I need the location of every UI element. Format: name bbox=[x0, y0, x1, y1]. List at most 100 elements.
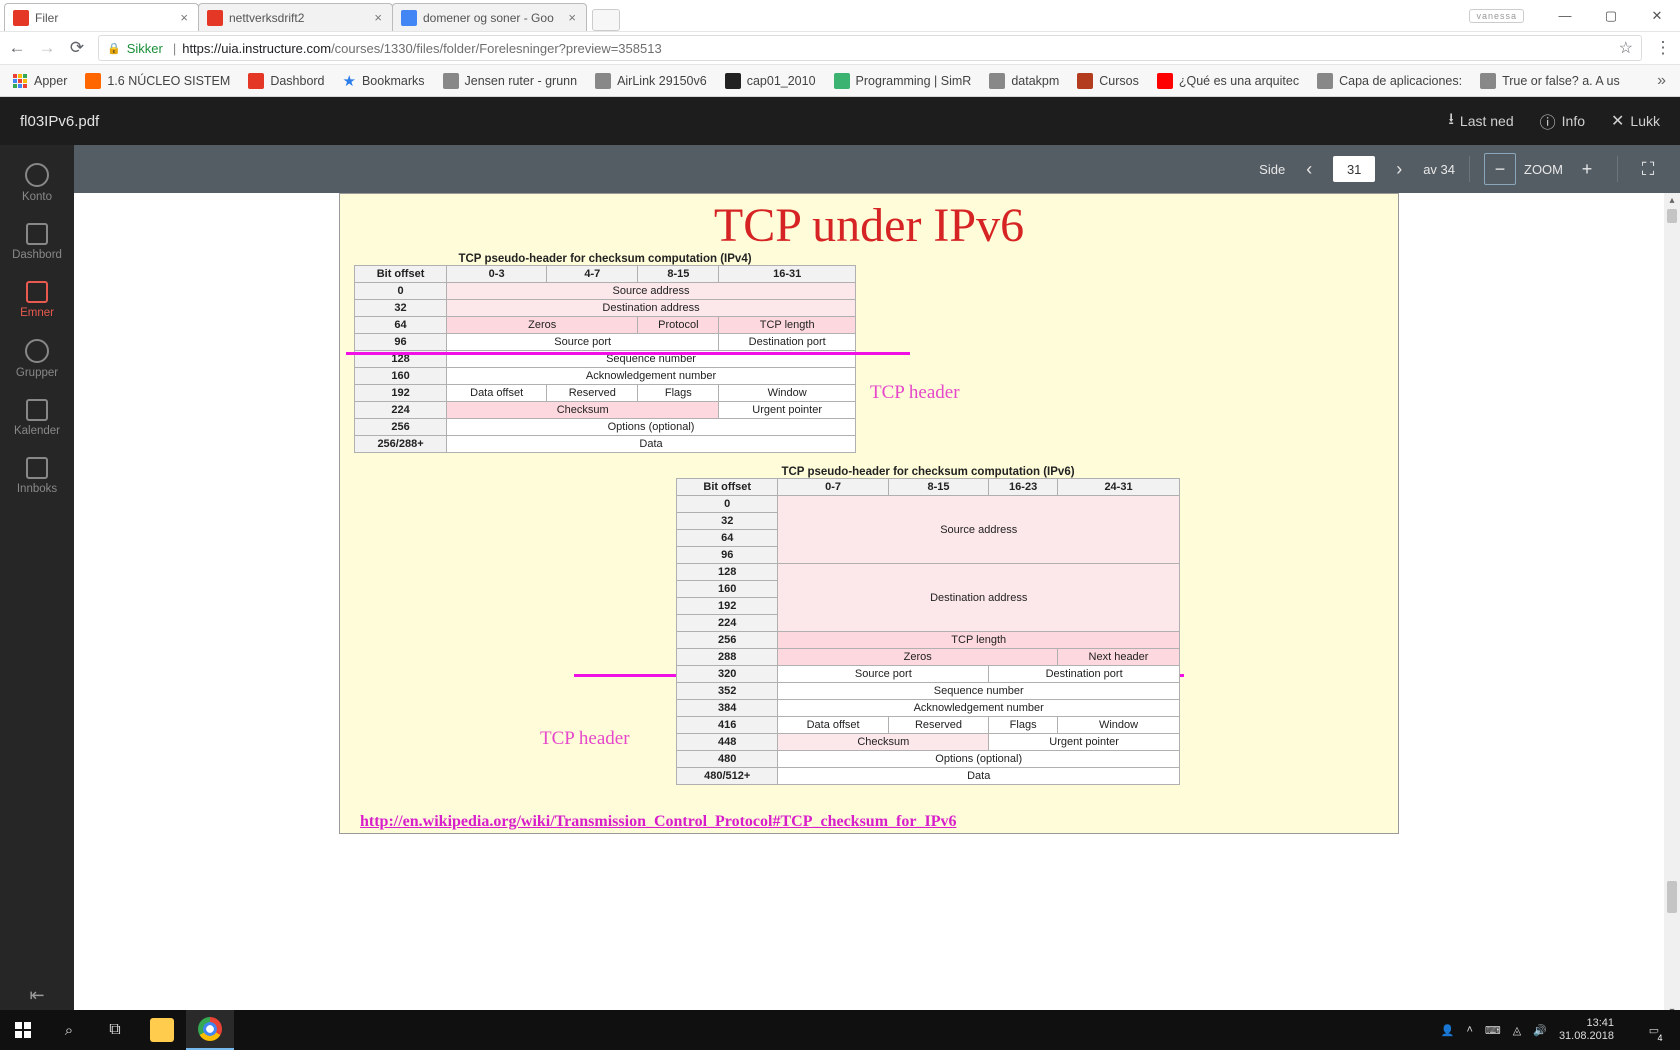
bookmark-label: AirLink 29150v6 bbox=[617, 74, 707, 88]
pdf-page: TCP under IPv6 TCP header TCP pseudo-hea… bbox=[339, 193, 1399, 834]
wifi-icon[interactable]: ◬ bbox=[1513, 1024, 1521, 1037]
tab-close-icon[interactable]: × bbox=[178, 10, 190, 25]
document-viewer-header: fl03IPv6.pdf ⭳Last ned ⓘInfo ✕Lukk bbox=[0, 97, 1680, 145]
vertical-scrollbar[interactable]: ▴ ▾ bbox=[1664, 193, 1680, 1020]
close-viewer-button[interactable]: ✕Lukk bbox=[1611, 111, 1660, 131]
chrome-app[interactable] bbox=[186, 1010, 234, 1050]
rail-icon bbox=[25, 163, 49, 187]
info-button[interactable]: ⓘ Info bbox=[1540, 109, 1585, 133]
info-icon: ⓘ bbox=[1540, 109, 1556, 133]
bookmark-star-icon[interactable]: ☆ bbox=[1619, 38, 1633, 58]
rail-label: Emner bbox=[20, 307, 54, 319]
window-titlebar: Filer × nettverksdrift2 × domener og son… bbox=[0, 0, 1680, 32]
rail-item-grupper[interactable]: Grupper bbox=[0, 329, 74, 389]
action-center-button[interactable]: ▭ 4 bbox=[1634, 1010, 1674, 1050]
system-tray: 👤 ˄ ⌨ ◬ 🔊 13:41 31.08.2018 ▭ 4 bbox=[1441, 1010, 1680, 1050]
minimize-button[interactable]: — bbox=[1542, 0, 1588, 32]
bookmark-item[interactable]: Cursos bbox=[1073, 71, 1143, 91]
download-button[interactable]: ⭳Last ned bbox=[1448, 108, 1513, 135]
bookmark-item[interactable]: ★Bookmarks bbox=[339, 70, 429, 92]
bookmark-label: Dashbord bbox=[270, 74, 324, 88]
task-view-button[interactable]: ⧉ bbox=[92, 1010, 138, 1050]
bookmark-item[interactable]: 1.6 NÚCLEO SISTEM bbox=[81, 71, 234, 91]
new-tab-button[interactable] bbox=[592, 9, 620, 31]
bookmark-item[interactable]: Capa de aplicaciones: bbox=[1313, 71, 1466, 91]
browser-tab[interactable]: domener og soner - Goo × bbox=[392, 3, 587, 31]
forward-button[interactable]: → bbox=[38, 39, 56, 57]
tab-title: nettverksdrift2 bbox=[229, 11, 372, 25]
bookmarks-overflow-button[interactable]: » bbox=[1651, 72, 1672, 90]
rail-item-kalender[interactable]: Kalender bbox=[0, 389, 74, 447]
secure-label: Sikker bbox=[127, 41, 163, 56]
browser-tabs: Filer × nettverksdrift2 × domener og son… bbox=[0, 0, 1469, 31]
bookmark-label: datakpm bbox=[1011, 74, 1059, 88]
bookmark-item[interactable]: ¿Qué es una arquitec bbox=[1153, 71, 1303, 91]
page-total-label: av 34 bbox=[1423, 162, 1455, 177]
maximize-button[interactable]: ▢ bbox=[1588, 0, 1634, 32]
rail-label: Konto bbox=[22, 191, 52, 203]
rail-item-dashbord[interactable]: Dashbord bbox=[0, 213, 74, 271]
tab-favicon bbox=[207, 10, 223, 26]
rail-item-emner[interactable]: Emner bbox=[0, 271, 74, 329]
rail-item-innboks[interactable]: Innboks bbox=[0, 447, 74, 505]
viewer-canvas: Konto Dashbord Emner Grupper Kalender Innboks… bbox=[0, 145, 1680, 1020]
zoom-out-button[interactable]: − bbox=[1484, 153, 1516, 185]
rail-item-konto[interactable]: Konto bbox=[0, 153, 74, 213]
bookmarks-bar: Apper 1.6 NÚCLEO SISTEM Dashbord ★Bookmarks… bbox=[0, 65, 1680, 97]
file-explorer-app[interactable] bbox=[138, 1010, 186, 1050]
bookmark-label: Programming | SimR bbox=[856, 74, 972, 88]
rail-label: Innboks bbox=[17, 483, 57, 495]
bookmark-item[interactable]: Dashbord bbox=[244, 71, 328, 91]
bookmark-item[interactable]: Apper bbox=[8, 71, 71, 91]
user-badge: vanessa bbox=[1469, 9, 1524, 23]
tray-chevron-icon[interactable]: ˄ bbox=[1466, 1024, 1472, 1036]
notification-count: 4 bbox=[1654, 1032, 1666, 1044]
browser-menu-button[interactable]: ⋮ bbox=[1654, 39, 1672, 57]
bookmark-item[interactable]: AirLink 29150v6 bbox=[591, 71, 711, 91]
address-bar[interactable]: 🔒 Sikker | https://uia.instructure.com/c… bbox=[98, 35, 1642, 61]
bookmark-item[interactable]: Jensen ruter - grunn bbox=[439, 71, 582, 91]
browser-tab[interactable]: nettverksdrift2 × bbox=[198, 3, 393, 31]
separator: | bbox=[173, 41, 176, 56]
close-window-button[interactable]: ✕ bbox=[1634, 0, 1680, 32]
reload-button[interactable]: ⟳ bbox=[68, 39, 86, 57]
wikipedia-source-link[interactable]: http://en.wikipedia.org/wiki/Transmissio… bbox=[360, 813, 956, 831]
back-button[interactable]: ← bbox=[8, 39, 26, 57]
zoom-in-button[interactable]: + bbox=[1571, 153, 1603, 185]
document-area: Side ‹ › av 34 − ZOOM + ⛶ 〈 〉 ▴ ▾ TCP un… bbox=[74, 145, 1680, 1020]
info-label: Info bbox=[1562, 113, 1585, 129]
bookmark-item[interactable]: Programming | SimR bbox=[830, 71, 976, 91]
bookmark-label: Apper bbox=[34, 74, 67, 88]
keyboard-icon[interactable]: ⌨ bbox=[1485, 1024, 1501, 1037]
rail-label: Kalender bbox=[14, 425, 60, 437]
clock[interactable]: 13:41 31.08.2018 bbox=[1559, 1017, 1622, 1043]
tab-close-icon[interactable]: × bbox=[372, 10, 384, 25]
page-viewport: TCP under IPv6 TCP header TCP pseudo-hea… bbox=[74, 193, 1664, 1020]
windows-taskbar: ⌕ ⧉ 👤 ˄ ⌨ ◬ 🔊 13:41 31.08.2018 ▭ 4 bbox=[0, 1010, 1680, 1050]
url-host: https://uia.instructure.com bbox=[182, 41, 331, 56]
rail-icon bbox=[26, 399, 48, 421]
bookmark-item[interactable]: datakpm bbox=[985, 71, 1063, 91]
bookmark-item[interactable]: cap01_2010 bbox=[721, 71, 820, 91]
browser-tab[interactable]: Filer × bbox=[4, 3, 199, 31]
page-prev-button[interactable]: ‹ bbox=[1293, 153, 1325, 185]
fullscreen-button[interactable]: ⛶ bbox=[1632, 153, 1664, 185]
tcp-header-label: TCP header bbox=[540, 728, 630, 750]
page-number-input[interactable] bbox=[1333, 156, 1375, 182]
bookmark-label: ¿Qué es una arquitec bbox=[1179, 74, 1299, 88]
people-icon[interactable]: 👤 bbox=[1441, 1024, 1455, 1037]
page-next-button[interactable]: › bbox=[1383, 153, 1415, 185]
page-label: Side bbox=[1259, 162, 1285, 177]
bookmark-label: True or false? a. A us bbox=[1502, 74, 1620, 88]
rail-label: Grupper bbox=[16, 367, 58, 379]
bookmark-item[interactable]: True or false? a. A us bbox=[1476, 71, 1624, 91]
ipv4-table: Bit offset0-34-78-1516-310Source address… bbox=[354, 265, 856, 453]
tab-title: Filer bbox=[35, 11, 178, 25]
ipv6-table: Bit offset0-78-1516-2324-310Source addre… bbox=[676, 478, 1180, 785]
download-icon: ⭳ bbox=[1448, 108, 1454, 135]
start-button[interactable] bbox=[0, 1010, 46, 1050]
volume-icon[interactable]: 🔊 bbox=[1533, 1024, 1547, 1037]
tab-close-icon[interactable]: × bbox=[566, 10, 578, 25]
lock-icon: 🔒 bbox=[107, 42, 121, 55]
search-button[interactable]: ⌕ bbox=[46, 1010, 92, 1050]
